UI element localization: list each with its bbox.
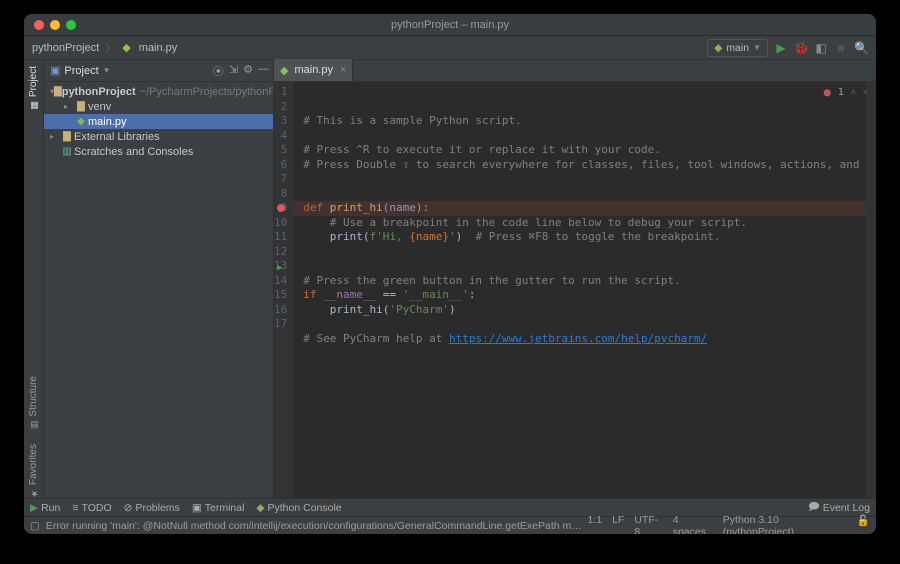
tree-external-libraries[interactable]: ▸▇ External Libraries [44, 129, 273, 144]
status-toggle-icon[interactable]: ▢ [30, 520, 40, 532]
toolwin-python-console[interactable]: ◆Python Console [256, 502, 341, 514]
tree-venv[interactable]: ▸▇ venv [44, 99, 273, 114]
status-encoding[interactable]: UTF-8 [634, 514, 662, 535]
tree-root[interactable]: ▾▇ pythonProject ~/PycharmProjects/pytho… [44, 84, 273, 99]
run-button[interactable]: ▶ [774, 41, 788, 55]
sidebar-tab-favorites[interactable]: ★Favorites [28, 444, 39, 498]
select-opened-file-icon[interactable]: ⦿ [213, 63, 224, 79]
hide-panel-icon[interactable]: — [258, 63, 269, 79]
editor-tab-main[interactable]: ◆ main.py × [274, 59, 353, 81]
status-lock-icon[interactable]: 🔓 [857, 514, 870, 535]
error-icon: ● [824, 85, 831, 99]
tree-scratches[interactable]: ▥ Scratches and Consoles [44, 144, 273, 159]
sidebar-tab-project[interactable]: ▦Project [28, 66, 39, 110]
status-bar: ▢ Error running 'main': @NotNull method … [24, 516, 876, 534]
line-gutter[interactable]: 1234 5678 9 101112 13▶ 14151617 [274, 82, 293, 498]
status-interpreter[interactable]: Python 3.10 (pythonProject) [723, 514, 847, 535]
inspection-widget[interactable]: ● 1 ˄ ˅ [824, 85, 868, 99]
chevron-down-icon: ▼ [753, 43, 761, 52]
status-indent[interactable]: 4 spaces [673, 514, 713, 535]
folder-icon: ▇ [54, 86, 62, 97]
breadcrumb[interactable]: pythonProject 〉 ◆ main.py [32, 40, 177, 56]
breadcrumb-project[interactable]: pythonProject [32, 42, 99, 54]
editor-tabs: ◆ main.py × [274, 60, 876, 82]
toolwin-problems[interactable]: ⊘Problems [124, 502, 180, 514]
code-text[interactable]: # This is a sample Python script. # Pres… [293, 82, 876, 498]
titlebar: pythonProject – main.py [24, 14, 876, 36]
chevron-down-icon[interactable]: ˅ [863, 87, 868, 98]
navbar: pythonProject 〉 ◆ main.py ◆ main ▼ ▶ 🐞 ◧… [24, 36, 876, 60]
gear-icon[interactable]: ⚙ [243, 63, 253, 79]
python-file-icon: ◆ [122, 41, 130, 54]
code-area[interactable]: 1234 5678 9 101112 13▶ 14151617 # This i… [274, 82, 876, 498]
tree-main-py[interactable]: ◆ main.py [44, 114, 273, 129]
python-file-icon: ◆ [74, 116, 88, 127]
toolwin-todo[interactable]: ≡TODO [72, 502, 111, 514]
project-panel: ▣Project▼ ⦿ ⇲ ⚙ — ▾▇ pythonProject ~/Pyc… [44, 60, 274, 498]
status-caret-pos[interactable]: 1:1 [587, 514, 602, 535]
close-tab-icon[interactable]: × [340, 64, 346, 76]
toolwin-run[interactable]: ▶Run [30, 502, 60, 514]
project-panel-title[interactable]: Project [64, 65, 98, 77]
window-title: pythonProject – main.py [24, 19, 876, 31]
python-file-icon: ◆ [280, 64, 288, 77]
library-icon: ▇ [60, 131, 74, 142]
breadcrumb-file[interactable]: main.py [139, 42, 178, 54]
folder-icon: ▇ [74, 101, 88, 112]
sidebar-tab-structure[interactable]: ▤Structure [28, 376, 39, 430]
stop-button[interactable]: ■ [834, 41, 848, 55]
left-stripe: ▦Project ▤Structure ★Favorites [24, 60, 44, 498]
run-config-label: main [726, 42, 749, 54]
breakpoint-icon[interactable] [277, 204, 285, 212]
chevron-up-icon[interactable]: ˄ [851, 87, 856, 98]
project-panel-header: ▣Project▼ ⦿ ⇲ ⚙ — [44, 60, 273, 82]
debug-button[interactable]: 🐞 [794, 41, 808, 55]
search-icon[interactable]: 🔍 [854, 41, 868, 55]
editor: ◆ main.py × 1234 5678 9 101112 13▶ 14151… [274, 60, 876, 498]
project-tree[interactable]: ▾▇ pythonProject ~/PycharmProjects/pytho… [44, 82, 273, 161]
run-coverage-button[interactable]: ◧ [814, 41, 828, 55]
status-line-ending[interactable]: LF [612, 514, 624, 535]
run-config-selector[interactable]: ◆ main ▼ [707, 39, 768, 57]
ide-window: pythonProject – main.py pythonProject 〉 … [24, 14, 876, 534]
toolwin-terminal[interactable]: ▣Terminal [192, 502, 245, 514]
error-stripe[interactable] [866, 82, 876, 498]
scratches-icon: ▥ [60, 146, 74, 157]
project-icon: ▣ [50, 64, 60, 77]
status-message[interactable]: Error running 'main': @NotNull method co… [46, 520, 588, 532]
expand-all-icon[interactable]: ⇲ [229, 63, 238, 79]
